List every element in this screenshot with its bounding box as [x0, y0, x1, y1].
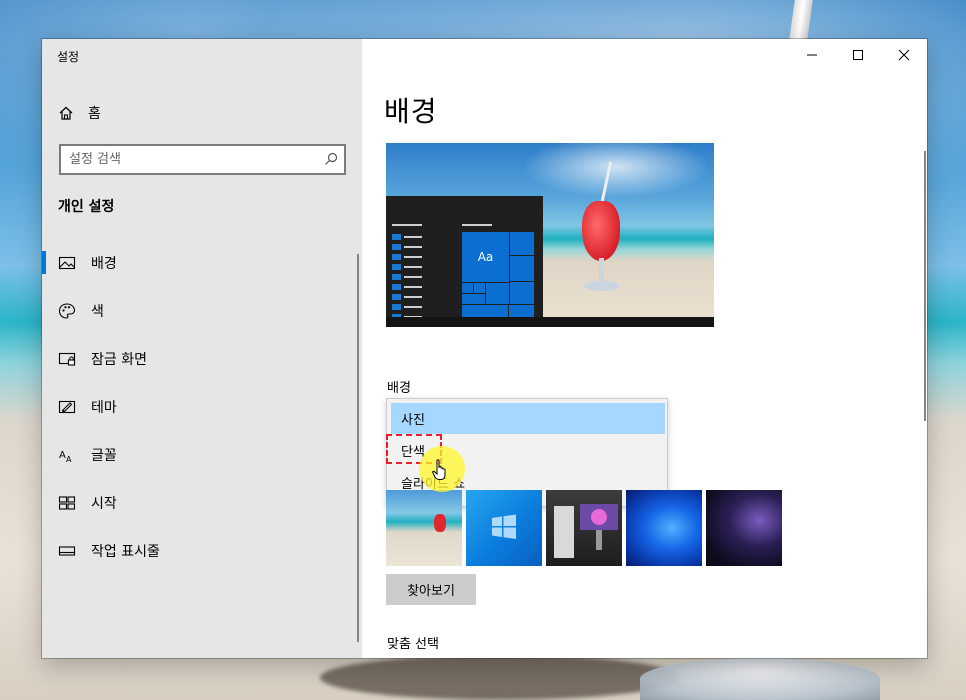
preview-tile: [461, 293, 487, 306]
sidebar-item-label: 배경: [91, 256, 117, 272]
preview-glass-foot: [584, 281, 620, 291]
window-controls: [789, 39, 927, 71]
background-preview: Aa Aa: [386, 143, 714, 327]
sidebar-item-background[interactable]: 배경: [42, 239, 362, 287]
preview-app-row: [392, 294, 422, 300]
preview-menu-line: [392, 224, 422, 226]
svg-text:A: A: [66, 455, 72, 464]
preview-tile-aa-overlay: Aa: [462, 232, 509, 282]
home-icon: [59, 106, 73, 120]
sidebar-item-lock-screen[interactable]: 잠금 화면: [42, 335, 362, 383]
sidebar: 설정 홈 개인 설정 배경: [42, 39, 362, 658]
windows-logo-icon: [492, 514, 516, 539]
svg-text:A: A: [59, 450, 66, 461]
sidebar-item-label: 시작: [91, 496, 117, 512]
sidebar-item-theme[interactable]: 테마: [42, 383, 362, 431]
window-title: 설정: [57, 50, 80, 64]
settings-window: 설정 홈 개인 설정 배경: [42, 39, 927, 658]
content-scrollbar[interactable]: [924, 151, 926, 421]
minimize-icon: [807, 54, 817, 56]
sidebar-item-label: 색: [91, 304, 104, 320]
preview-app-row: [392, 254, 422, 260]
preview-tile: [508, 281, 535, 306]
sidebar-item-color[interactable]: 색: [42, 287, 362, 335]
mac-pro-icon: [554, 504, 618, 558]
preview-app-row: [392, 244, 422, 250]
sidebar-item-label: 글꼴: [91, 448, 117, 464]
sidebar-item-label: 잠금 화면: [91, 352, 147, 368]
preview-start-menu: Aa Aa: [386, 196, 543, 327]
wallpaper-thumbnail-bloom[interactable]: [626, 490, 702, 566]
palette-icon: [58, 303, 76, 319]
preview-menu-line: [462, 224, 492, 226]
preview-taskbar: [386, 317, 714, 327]
theme-icon: [58, 400, 76, 414]
section-title: 개인 설정: [58, 199, 115, 215]
preview-app-row: [392, 284, 422, 290]
wallpaper-glass-base: [640, 658, 880, 700]
minimize-button[interactable]: [789, 39, 835, 71]
main-content: 배경 Aa Aa: [362, 39, 927, 658]
preview-drink-glass: [582, 201, 620, 261]
maximize-button[interactable]: [835, 39, 881, 71]
browse-button[interactable]: 찾아보기: [386, 574, 476, 605]
preview-app-row: [392, 264, 422, 270]
lock-screen-icon: [58, 352, 76, 366]
preview-tile: [508, 231, 535, 257]
sidebar-scrollbar[interactable]: [357, 254, 359, 642]
wallpaper-thumbnails: [386, 490, 782, 566]
wallpaper-thumbnail-dark[interactable]: [706, 490, 782, 566]
dropdown-option-picture[interactable]: 사진: [391, 403, 665, 434]
preview-cloud: [506, 143, 714, 203]
sidebar-nav: 배경 색 잠금 화면 테마 A A 글꼴 시작 작업 표시줄: [42, 239, 362, 575]
background-type-label: 배경: [387, 381, 411, 396]
preview-tile: [461, 281, 475, 295]
sidebar-item-start[interactable]: 시작: [42, 479, 362, 527]
wallpaper-thumbnail-windows[interactable]: [466, 490, 542, 566]
taskbar-icon: [58, 546, 76, 556]
hand-cursor-icon: [432, 459, 446, 480]
close-icon: [898, 49, 910, 61]
sidebar-item-label: 테마: [91, 400, 117, 416]
page-title: 배경: [384, 95, 438, 128]
preview-tile: [485, 281, 510, 306]
wallpaper-shadow: [320, 655, 680, 700]
wallpaper-thumbnail-beach[interactable]: [386, 490, 462, 566]
home-label: 홈: [88, 106, 101, 122]
home-link[interactable]: 홈: [58, 101, 101, 125]
maximize-icon: [853, 50, 863, 60]
font-icon: A A: [59, 450, 72, 464]
wallpaper-thumbnail-mac-pro[interactable]: [546, 490, 622, 566]
close-button[interactable]: [881, 39, 927, 71]
picture-icon: [58, 256, 76, 270]
search-input[interactable]: [61, 146, 309, 173]
sidebar-item-taskbar[interactable]: 작업 표시줄: [42, 527, 362, 575]
fit-selection-label: 맞춤 선택: [387, 637, 439, 652]
preview-app-row: [392, 234, 422, 240]
preview-app-row: [392, 274, 422, 280]
search-box[interactable]: [59, 144, 346, 175]
sidebar-item-fonts[interactable]: A A 글꼴: [42, 431, 362, 479]
start-icon: [58, 496, 76, 510]
sidebar-item-label: 작업 표시줄: [91, 544, 160, 560]
search-icon[interactable]: [324, 152, 338, 166]
preview-app-row: [392, 304, 422, 310]
preview-tile: [473, 281, 487, 295]
preview-tile: [508, 255, 535, 283]
